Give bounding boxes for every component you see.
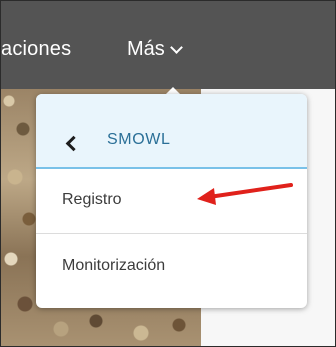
menu-item-label: Monitorización [62, 257, 166, 274]
nav-more-menu[interactable]: Más [127, 38, 183, 61]
dropdown-back-header[interactable]: SMOWL [36, 94, 307, 169]
menu-item-registro[interactable]: Registro [36, 169, 307, 234]
nav-item-partial[interactable]: aciones [1, 38, 71, 61]
dropdown-header-label: SMOWL [107, 131, 171, 148]
more-dropdown-menu: SMOWL Registro Monitorización [36, 94, 307, 308]
chevron-left-icon [65, 135, 82, 152]
menu-item-label: Registro [62, 191, 122, 208]
chevron-down-icon [169, 40, 183, 54]
top-navbar: aciones Más [1, 1, 335, 89]
screenshot-frame: aciones Más SMOWL Registro Monitorizació… [0, 0, 336, 347]
nav-more-label: Más [127, 38, 165, 60]
menu-item-monitorizacion[interactable]: Monitorización [36, 234, 307, 298]
